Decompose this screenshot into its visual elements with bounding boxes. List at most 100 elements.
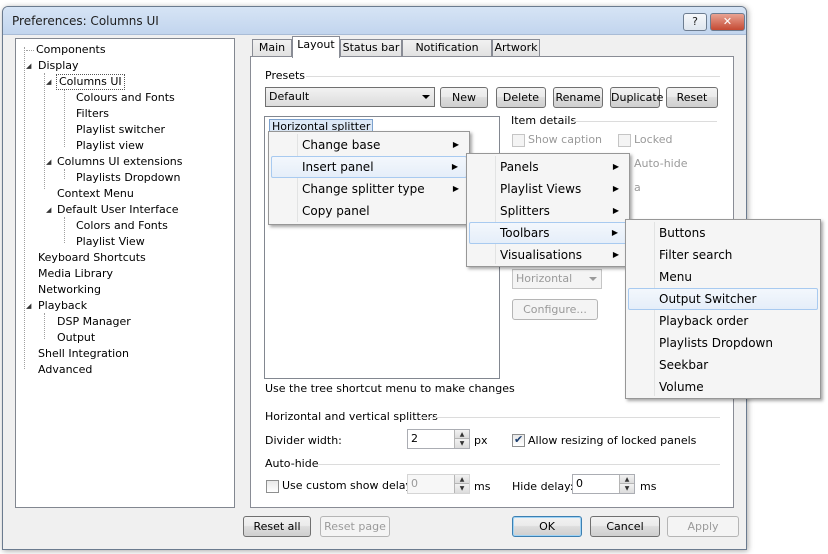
tab-main[interactable]: Main <box>252 39 292 57</box>
submenu-arrow-icon: ▶ <box>612 206 619 215</box>
close-button[interactable]: ✕ <box>710 13 745 31</box>
locked-checkbox[interactable] <box>618 134 631 147</box>
reset-preset-button[interactable]: Reset <box>666 87 718 108</box>
ok-button[interactable]: OK <box>512 516 582 537</box>
spin-down-icon[interactable]: ▼ <box>454 439 469 448</box>
show-delay-value: 0 <box>411 477 418 490</box>
obscured-label: a <box>634 181 641 194</box>
menu-item-playlist-views[interactable]: Playlist Views ▶ <box>469 178 627 200</box>
spin-up-icon[interactable]: ▲ <box>454 475 469 484</box>
rename-preset-button[interactable]: Rename <box>553 87 603 108</box>
spin-down-icon[interactable]: ▼ <box>619 484 634 493</box>
menu-item-visualisations[interactable]: Visualisations ▶ <box>469 244 627 266</box>
reset-all-button[interactable]: Reset all <box>243 516 311 537</box>
tree-item-keyboard-shortcuts[interactable]: Keyboard Shortcuts <box>38 250 146 266</box>
submenu-arrow-icon: ▶ <box>451 162 458 171</box>
tree-item-context-menu[interactable]: Context Menu <box>57 186 134 202</box>
expanded-icon[interactable]: ◢ <box>46 158 51 166</box>
tree-item-columns-ui-extensions[interactable]: Columns UI extensions <box>57 154 183 170</box>
auto-hide-label: Auto-hide <box>634 157 688 170</box>
tree-item-display[interactable]: Display <box>38 58 79 74</box>
orientation-select[interactable]: Horizontal <box>512 269 602 289</box>
duplicate-preset-button[interactable]: Duplicate <box>610 87 663 108</box>
tree-item-playlist-view[interactable]: Playlist view <box>76 138 144 154</box>
preferences-tree[interactable]: Components ◢ Display ◢ Columns UI Colour… <box>15 38 235 508</box>
menu-item-volume[interactable]: Volume <box>628 376 818 398</box>
tree-item-media-library[interactable]: Media Library <box>38 266 113 282</box>
divider <box>306 76 720 77</box>
menu-item-filter-search[interactable]: Filter search <box>628 244 818 266</box>
presets-heading: Presets <box>265 69 306 82</box>
hide-delay-label: Hide delay: <box>512 480 574 493</box>
tree-item-default-user-interface[interactable]: Default User Interface <box>57 202 179 218</box>
divider-width-unit: px <box>474 434 488 447</box>
custom-show-delay-checkbox[interactable] <box>266 480 279 493</box>
toolbars-submenu: Buttons Filter search Menu Output Switch… <box>625 219 821 399</box>
menu-item-panels[interactable]: Panels ▶ <box>469 156 627 178</box>
menu-item-output-switcher[interactable]: Output Switcher <box>628 288 818 310</box>
menu-item-menu[interactable]: Menu <box>628 266 818 288</box>
new-preset-button[interactable]: New <box>440 87 488 108</box>
delete-preset-button[interactable]: Delete <box>496 87 546 108</box>
menu-item-insert-panel[interactable]: Insert panel ▶ <box>271 156 467 178</box>
expanded-icon[interactable]: ◢ <box>46 78 51 86</box>
menu-item-playback-order[interactable]: Playback order <box>628 310 818 332</box>
tree-guide-line <box>44 313 45 339</box>
configure-button[interactable]: Configure... <box>512 299 598 320</box>
tree-item-playlist-switcher[interactable]: Playlist switcher <box>76 122 165 138</box>
spin-up-icon[interactable]: ▲ <box>454 430 469 439</box>
tree-item-colors-and-fonts[interactable]: Colors and Fonts <box>76 218 168 234</box>
tree-item-playlists-dropdown[interactable]: Playlists Dropdown <box>76 170 180 186</box>
tab-artwork[interactable]: Artwork <box>492 39 540 57</box>
tree-item-networking[interactable]: Networking <box>38 282 101 298</box>
preset-select-value: Default <box>269 90 310 103</box>
tree-item-advanced[interactable]: Advanced <box>38 362 92 378</box>
submenu-arrow-icon: ▶ <box>612 162 619 171</box>
help-button[interactable]: ? <box>683 13 707 31</box>
chevron-down-icon <box>589 277 597 281</box>
menu-item-seekbar[interactable]: Seekbar <box>628 354 818 376</box>
reset-page-button[interactable]: Reset page <box>320 516 390 537</box>
tab-notification-area[interactable]: Notification area <box>402 39 492 70</box>
tree-guide-line <box>44 73 45 189</box>
submenu-arrow-icon: ▶ <box>452 140 459 149</box>
orientation-select-value: Horizontal <box>516 272 573 285</box>
tree-item-columns-ui[interactable]: Columns UI <box>56 74 125 90</box>
menu-item-toolbars[interactable]: Toolbars ▶ <box>469 222 627 244</box>
tab-layout[interactable]: Layout <box>292 36 340 58</box>
menu-item-change-splitter-type[interactable]: Change splitter type ▶ <box>271 178 467 200</box>
tree-item-components[interactable]: Components <box>26 42 106 58</box>
expanded-icon[interactable]: ◢ <box>26 302 31 310</box>
tab-status-bar[interactable]: Status bar <box>340 39 402 57</box>
show-caption-checkbox[interactable] <box>512 134 525 147</box>
tree-item-dsp-manager[interactable]: DSP Manager <box>57 314 131 330</box>
tree-guide-line <box>64 169 65 179</box>
expanded-icon[interactable]: ◢ <box>46 206 51 214</box>
show-delay-spinner[interactable]: 0 ▲ ▼ <box>407 474 470 494</box>
tree-item-filters[interactable]: Filters <box>76 106 109 122</box>
menu-item-playlists-dropdown[interactable]: Playlists Dropdown <box>628 332 818 354</box>
submenu-arrow-icon: ▶ <box>612 184 619 193</box>
menu-item-splitters[interactable]: Splitters ▶ <box>469 200 627 222</box>
cancel-button[interactable]: Cancel <box>590 516 660 537</box>
divider-width-spinner[interactable]: 2 ▲ ▼ <box>407 429 470 449</box>
custom-show-delay-label: Use custom show delay: <box>282 479 415 492</box>
tree-item-playback[interactable]: Playback <box>38 298 87 314</box>
spin-up-icon[interactable]: ▲ <box>619 475 634 484</box>
preset-select[interactable]: Default <box>265 87 435 107</box>
apply-button[interactable]: Apply <box>667 516 739 537</box>
menu-item-copy-panel[interactable]: Copy panel <box>271 200 467 222</box>
tree-item-shell-integration[interactable]: Shell Integration <box>38 346 129 362</box>
allow-resizing-label: Allow resizing of locked panels <box>528 434 697 447</box>
title-bar[interactable]: Preferences: Columns UI ? ✕ <box>3 7 746 35</box>
allow-resizing-checkbox[interactable] <box>512 433 525 447</box>
menu-item-buttons[interactable]: Buttons <box>628 222 818 244</box>
tree-item-colours-and-fonts[interactable]: Colours and Fonts <box>76 90 175 106</box>
tree-item-output[interactable]: Output <box>57 330 95 346</box>
menu-item-change-base[interactable]: Change base ▶ <box>271 134 467 156</box>
tree-item-playlist-view-dui[interactable]: Playlist View <box>76 234 145 250</box>
expanded-icon[interactable]: ◢ <box>26 62 31 70</box>
hide-delay-spinner[interactable]: 0 ▲ ▼ <box>572 474 635 494</box>
tree-guide-line <box>64 217 65 243</box>
spin-down-icon[interactable]: ▼ <box>454 484 469 493</box>
